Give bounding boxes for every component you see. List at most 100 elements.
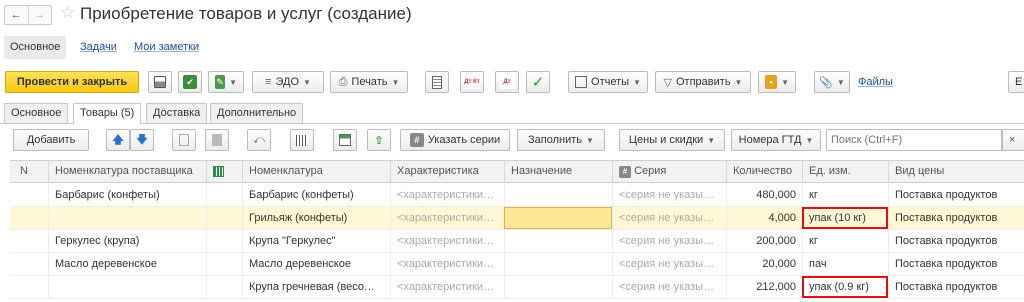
reports-button[interactable]: Отчеты ▼ [568,71,648,93]
cell-unit[interactable]: пач [802,253,888,275]
nav-my-notes[interactable]: Мои заметки [134,36,199,59]
cell-n[interactable] [10,207,48,229]
nav-tasks[interactable]: Задачи [80,36,117,59]
cell-quantity[interactable]: 200,000 [726,230,802,252]
col-price-type[interactable]: Вид цены [888,161,1024,182]
cell-purpose[interactable] [504,184,612,206]
col-series[interactable]: # Серия [612,161,726,182]
specify-series-button[interactable]: # Указать серии [400,129,510,151]
cell-supplier-icon[interactable] [206,253,242,275]
cell-supplier-icon[interactable] [206,207,242,229]
cell-price-type[interactable]: Поставка продуктов [888,253,1024,275]
cell-purpose[interactable] [504,230,612,252]
cell-price-type[interactable]: Поставка продуктов [888,230,1024,252]
cell-characteristic[interactable]: <характеристики… [390,207,504,229]
nav-main[interactable]: Основное [4,36,67,59]
add-row-button[interactable]: Добавить [13,129,89,151]
document-journal-button[interactable] [425,71,449,93]
cell-n[interactable] [10,184,48,206]
move-up-button[interactable]: 🡅 [106,129,130,151]
cell-unit[interactable]: кг [802,184,888,206]
tab-additional[interactable]: Дополнительно [210,103,304,123]
cell-characteristic[interactable]: <характеристики… [390,184,504,206]
cell-series[interactable]: <серия не указы… [612,184,726,206]
cell-supplier-item[interactable]: Геркулес (крупа) [48,230,206,252]
dt-kt-button[interactable]: Дт [495,71,519,93]
col-n[interactable]: N [10,161,48,182]
forward-arrow-icon[interactable]: → [27,6,52,24]
tab-delivery[interactable]: Доставка [146,103,208,123]
cell-quantity[interactable]: 480,000 [726,184,802,206]
cell-supplier-item[interactable]: Барбарис (конфеты) [48,184,206,206]
edo-button[interactable]: ≡ ЭДО ▼ [252,71,324,93]
cell-price-type[interactable]: Поставка продуктов [888,184,1024,206]
send-button[interactable]: ▽ Отправить ▼ [655,71,751,93]
check-button[interactable]: ✓ [526,71,550,93]
save-button[interactable] [148,71,172,93]
cell-characteristic[interactable]: <характеристики… [390,276,504,298]
cell-unit-highlighted[interactable]: упак (10 кг) [802,207,888,229]
cell-supplier-item[interactable]: Масло деревенское [48,253,206,275]
col-item[interactable]: Номенклатура [242,161,390,182]
split-row-button[interactable]: ⤺ [247,129,271,151]
cell-supplier-icon[interactable] [206,184,242,206]
cell-n[interactable] [10,253,48,275]
col-supplier-item[interactable]: Номенклатура поставщика [48,161,206,182]
move-down-button[interactable]: 🡇 [130,129,154,151]
table-row[interactable]: Крупа гречневая (весо… <характеристики… <с… [10,276,1024,299]
cell-n[interactable] [10,230,48,252]
cell-series[interactable]: <серия не указы… [612,207,726,229]
col-quantity[interactable]: Количество [726,161,802,182]
attachments-menu-button[interactable]: • ▼ [758,71,796,93]
cell-price-type[interactable]: Поставка продуктов [888,276,1024,298]
cell-supplier-icon[interactable] [206,230,242,252]
cell-item[interactable]: Масло деревенское [242,253,390,275]
cell-characteristic[interactable]: <характеристики… [390,230,504,252]
cell-supplier-item[interactable] [48,207,206,229]
cell-quantity[interactable]: 212,000 [726,276,802,298]
prices-discounts-button[interactable]: Цены и скидки ▼ [619,129,725,151]
cell-quantity[interactable]: 4,000 [726,207,802,229]
cell-item[interactable]: Грильяж (конфеты) [242,207,390,229]
col-unit[interactable]: Ед. изм. [802,161,888,182]
cell-series[interactable]: <серия не указы… [612,230,726,252]
post-and-close-button[interactable]: Провести и закрыть [5,71,139,93]
tab-goods[interactable]: Товары (5) [73,103,142,124]
cell-characteristic[interactable]: <характеристики… [390,253,504,275]
tab-main[interactable]: Основное [4,103,69,123]
cell-item[interactable]: Крупа гречневая (весо… [242,276,390,298]
search-input[interactable] [826,129,1002,151]
col-characteristic[interactable]: Характеристика [390,161,504,182]
fill-button[interactable]: Заполнить ▼ [517,129,605,151]
table-row[interactable]: Масло деревенское Масло деревенское <харак… [10,253,1024,276]
create-based-on-button[interactable]: ✎ ▼ [208,71,244,93]
clip-button[interactable]: 📎 ▼ [814,71,850,93]
cell-n[interactable] [10,276,48,298]
cell-supplier-icon[interactable] [206,276,242,298]
cell-item[interactable]: Барбарис (конфеты) [242,184,390,206]
selection-button[interactable] [333,129,357,151]
cell-purpose[interactable] [504,207,612,229]
dt-ct-button[interactable]: Дт Кт [460,71,484,93]
clear-search-button[interactable]: × [1002,129,1024,151]
copy-row-button[interactable] [172,129,196,151]
back-arrow-icon[interactable]: ← [5,6,28,24]
files-link[interactable]: Файлы [858,71,893,93]
col-supplier-icon[interactable] [206,161,242,182]
gtd-numbers-button[interactable]: Номера ГТД ▼ [731,129,821,151]
favorite-star-icon[interactable]: ☆ [60,3,75,23]
cell-purpose[interactable] [504,253,612,275]
post-button[interactable]: ✔ [178,71,202,93]
cell-price-type[interactable]: Поставка продуктов [888,207,1024,229]
table-row[interactable]: Барбарис (конфеты) Барбарис (конфеты) <хар… [10,184,1024,207]
col-purpose[interactable]: Назначение [504,161,612,182]
cell-unit[interactable]: кг [802,230,888,252]
cell-series[interactable]: <серия не указы… [612,276,726,298]
paste-button[interactable] [205,129,229,151]
table-row[interactable]: Геркулес (крупа) Крупа "Геркулес" <характе… [10,230,1024,253]
import-button[interactable]: ⇧ [367,129,391,151]
cell-item[interactable]: Крупа "Геркулес" [242,230,390,252]
cell-series[interactable]: <серия не указы… [612,253,726,275]
cell-unit-highlighted[interactable]: упак (0.9 кг) [802,276,888,298]
cell-quantity[interactable]: 20,000 [726,253,802,275]
